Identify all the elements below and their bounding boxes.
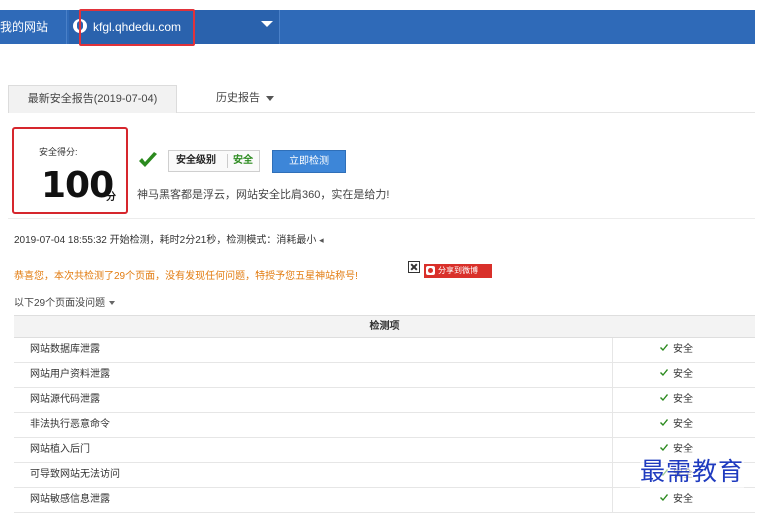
score-value: 100 <box>41 165 114 206</box>
check-item-name: 非法执行恶意命令 <box>30 419 110 430</box>
check-item-name: 网站敏感信息泄露 <box>30 494 110 505</box>
security-score-box: 安全得分: 100 分 <box>12 127 128 214</box>
check-item-status: 安全 <box>659 488 693 512</box>
checkmark-icon <box>139 152 157 167</box>
checkmark-icon <box>660 394 668 402</box>
no-problem-label: 以下29个页面没问题 <box>14 298 106 309</box>
status-text: 安全 <box>673 494 693 505</box>
score-unit: 分 <box>106 192 116 203</box>
security-level-badge: 安全级别 安全 <box>168 150 260 172</box>
checkmark-icon <box>660 419 668 427</box>
check-item-status: 安全 <box>659 413 693 437</box>
scan-info-text: 2019-07-04 18:55:32 开始检测，耗时2分21秒，检测模式：消耗… <box>14 235 317 246</box>
status-text: 安全 <box>673 419 693 430</box>
watermark-logo: 最需教育 <box>640 452 745 488</box>
table-header: 检测项 <box>14 316 755 338</box>
security-level-value: 安全 <box>233 155 253 166</box>
check-item-name: 网站植入后门 <box>30 444 90 455</box>
check-item-name: 网站数据库泄露 <box>30 344 100 355</box>
my-sites-link[interactable]: 我的网站 <box>0 10 67 44</box>
close-icon[interactable] <box>408 261 420 273</box>
table-row: 非法执行恶意命令 安全 <box>14 413 755 438</box>
table-row: 网站源代码泄露 安全 <box>14 388 755 413</box>
checkmark-icon <box>660 369 668 377</box>
checkmark-icon <box>660 344 668 352</box>
weibo-icon <box>426 266 435 275</box>
report-tabs: 最新安全报告(2019-07-04) 历史报告 <box>8 85 755 113</box>
collapse-arrow-icon[interactable]: ◂ <box>319 235 324 245</box>
chevron-down-icon[interactable] <box>261 21 273 27</box>
check-item-status: 安全 <box>659 363 693 387</box>
check-item-status: 安全 <box>659 388 693 412</box>
caret-down-icon <box>109 301 116 306</box>
status-text: 安全 <box>673 344 693 355</box>
check-item-name: 可导致网站无法访问 <box>30 469 120 480</box>
caret-down-icon <box>266 95 274 101</box>
table-row: 网站数据库泄露 安全 <box>14 338 755 363</box>
score-label: 安全得分: <box>39 147 78 157</box>
section-divider <box>8 218 755 219</box>
check-item-name: 网站源代码泄露 <box>30 394 100 405</box>
table-row: 网站用户资料泄露 安全 <box>14 363 755 388</box>
tab-history-label: 历史报告 <box>216 92 260 104</box>
scan-info: 2019-07-04 18:55:32 开始检测，耗时2分21秒，检测模式：消耗… <box>14 231 324 246</box>
share-weibo-button[interactable]: 分享到微博 <box>424 264 492 278</box>
status-text: 安全 <box>673 394 693 405</box>
no-problem-toggle[interactable]: 以下29个页面没问题 <box>14 294 116 309</box>
security-level-label: 安全级别 <box>176 155 216 166</box>
domain-highlight-box <box>79 9 195 46</box>
badge-divider <box>227 154 228 168</box>
congrats-message: 恭喜您，本次共检测了29个页面，没有发现任何问题，特授予您五星神站称号! <box>14 271 358 282</box>
checkmark-icon <box>660 494 668 502</box>
check-item-status: 安全 <box>659 338 693 362</box>
status-text: 安全 <box>673 369 693 380</box>
share-button-label: 分享到微博 <box>438 266 478 275</box>
tab-history-report[interactable]: 历史报告 <box>216 85 274 112</box>
slogan-text: 神马黑客都是浮云，网站安全比肩360，实在是给力! <box>137 189 390 201</box>
table-row: 网站敏感信息泄露 安全 <box>14 488 755 513</box>
tab-latest-report[interactable]: 最新安全报告(2019-07-04) <box>8 85 177 113</box>
check-item-name: 网站用户资料泄露 <box>30 369 110 380</box>
scan-now-button[interactable]: 立即检测 <box>272 150 346 173</box>
